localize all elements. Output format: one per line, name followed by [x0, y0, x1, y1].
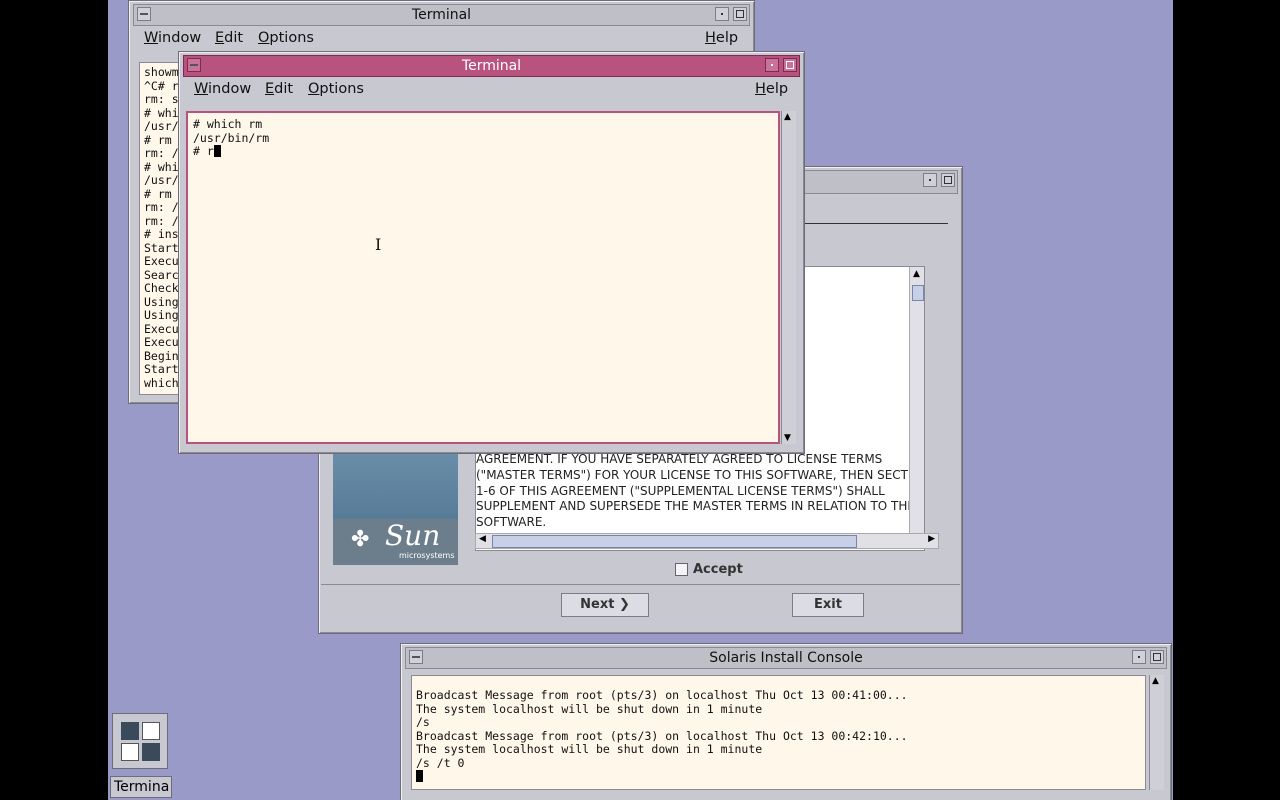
console-line: /s — [416, 715, 430, 729]
menu-options[interactable]: Options — [308, 81, 364, 97]
exit-button[interactable]: Exit — [792, 593, 864, 617]
scroll-down-icon[interactable]: ▼ — [784, 433, 791, 443]
scroll-up-icon[interactable]: ▲ — [913, 269, 920, 279]
window-menu-icon[interactable] — [137, 7, 151, 21]
license-line: SOFTWARE. — [476, 514, 547, 529]
title-bar[interactable]: Solaris Install Console — [405, 647, 1167, 669]
hscroll-thumb[interactable] — [492, 535, 857, 548]
scroll-up-icon[interactable]: ▲ — [1152, 676, 1159, 686]
title-bar[interactable]: Terminal — [183, 55, 800, 77]
install-console-window[interactable]: Solaris Install Console Broadcast Messag… — [400, 643, 1172, 800]
menu-window[interactable]: Window — [194, 81, 251, 97]
accept-label[interactable]: Accept — [693, 562, 743, 577]
maximize-icon[interactable] — [1150, 650, 1164, 664]
menu-options[interactable]: Options — [258, 30, 314, 46]
title-bar[interactable]: Terminal — [133, 4, 750, 26]
icon-label: Termina — [110, 776, 172, 798]
separator — [321, 584, 960, 585]
minimize-icon[interactable] — [765, 58, 779, 72]
i-beam-cursor-icon: I — [375, 235, 382, 254]
menu-edit[interactable]: Edit — [265, 81, 293, 97]
accept-checkbox[interactable] — [675, 563, 688, 576]
license-vertical-scrollbar[interactable]: ▲ ▼ — [909, 267, 924, 549]
logo-box: ✤ Sun microsystems — [333, 519, 458, 565]
vertical-scrollbar[interactable]: ▲ ▼ — [781, 111, 796, 444]
scroll-left-icon[interactable]: ◀ — [479, 534, 486, 544]
sun-logo-panel: ✤ Sun microsystems — [333, 453, 458, 565]
sun-logo-mark: ✤ — [351, 527, 370, 552]
terminal-output[interactable]: # which rm/usr/bin/rm # r — [186, 111, 780, 444]
terminal-minimized-icon[interactable]: Termina — [110, 713, 172, 800]
window-title: Terminal — [411, 7, 472, 23]
scroll-right-icon[interactable]: ▶ — [928, 534, 935, 544]
console-line: Broadcast Message from root (pts/3) on l… — [416, 728, 908, 743]
menu-help[interactable]: Help — [755, 81, 788, 97]
license-line: 1-6 OF THIS AGREEMENT ("SUPPLEMENTAL LIC… — [476, 483, 885, 498]
menu-bar: Window Edit Options Help — [183, 78, 800, 100]
terminal-window-front[interactable]: Terminal Window Edit Options Help # whic… — [178, 51, 805, 454]
window-title: Solaris Install Console — [709, 650, 863, 666]
maximize-icon[interactable] — [941, 173, 955, 187]
sun-logo-subtext: microsystems — [399, 551, 455, 560]
terminal-icon — [112, 713, 168, 769]
console-line: Broadcast Message from root (pts/3) on l… — [416, 688, 908, 702]
next-button[interactable]: Next ❯ — [561, 593, 649, 617]
console-line: The system localhost will be shut down i… — [416, 701, 763, 716]
scroll-thumb[interactable] — [912, 285, 924, 301]
chevron-right-icon: ❯ — [618, 597, 630, 612]
minimize-icon[interactable] — [923, 173, 937, 187]
icon-pane — [142, 743, 160, 761]
license-line: AGREEMENT. IF YOU HAVE SEPARATELY AGREED… — [476, 452, 883, 467]
text-cursor — [213, 145, 221, 157]
license-horizontal-scrollbar[interactable]: ◀ ▶ — [475, 533, 939, 549]
window-menu-icon[interactable] — [409, 650, 423, 664]
text-cursor — [416, 770, 423, 782]
minimize-icon[interactable] — [1132, 650, 1146, 664]
menu-bar: Window Edit Options Help — [133, 27, 750, 49]
menu-help[interactable]: Help — [705, 30, 738, 46]
desktop: Terminal Window Edit Options Help showm ^… — [108, 0, 1173, 800]
icon-pane — [142, 722, 160, 740]
window-menu-icon[interactable] — [187, 58, 201, 72]
next-label: Next — [580, 597, 615, 612]
console-line: The system localhost will be shut down i… — [416, 742, 763, 756]
menu-window[interactable]: Window — [144, 30, 201, 46]
icon-pane — [121, 722, 139, 740]
maximize-icon[interactable] — [783, 58, 797, 72]
vertical-scrollbar[interactable]: ▲ — [1149, 675, 1164, 790]
menu-edit[interactable]: Edit — [215, 30, 243, 46]
output-line: /usr/bin/rm — [193, 130, 270, 145]
window-title: Terminal — [461, 58, 522, 74]
icon-pane — [121, 743, 139, 761]
license-line: SUPPLEMENT AND SUPERSEDE THE MASTER TERM… — [476, 499, 919, 514]
console-output[interactable]: Broadcast Message from root (pts/3) on l… — [411, 675, 1146, 790]
license-line: ("MASTER TERMS") FOR YOUR LICENSE TO THI… — [476, 467, 925, 482]
sun-logo-text: Sun — [385, 519, 441, 552]
minimize-icon[interactable] — [715, 7, 729, 21]
output-line: # which rm — [193, 117, 263, 131]
prompt-line: # r — [193, 144, 773, 159]
prompt: # r — [193, 144, 214, 158]
maximize-icon[interactable] — [733, 7, 747, 21]
scroll-up-icon[interactable]: ▲ — [784, 112, 791, 122]
console-line: /s /t 0 — [416, 755, 465, 770]
